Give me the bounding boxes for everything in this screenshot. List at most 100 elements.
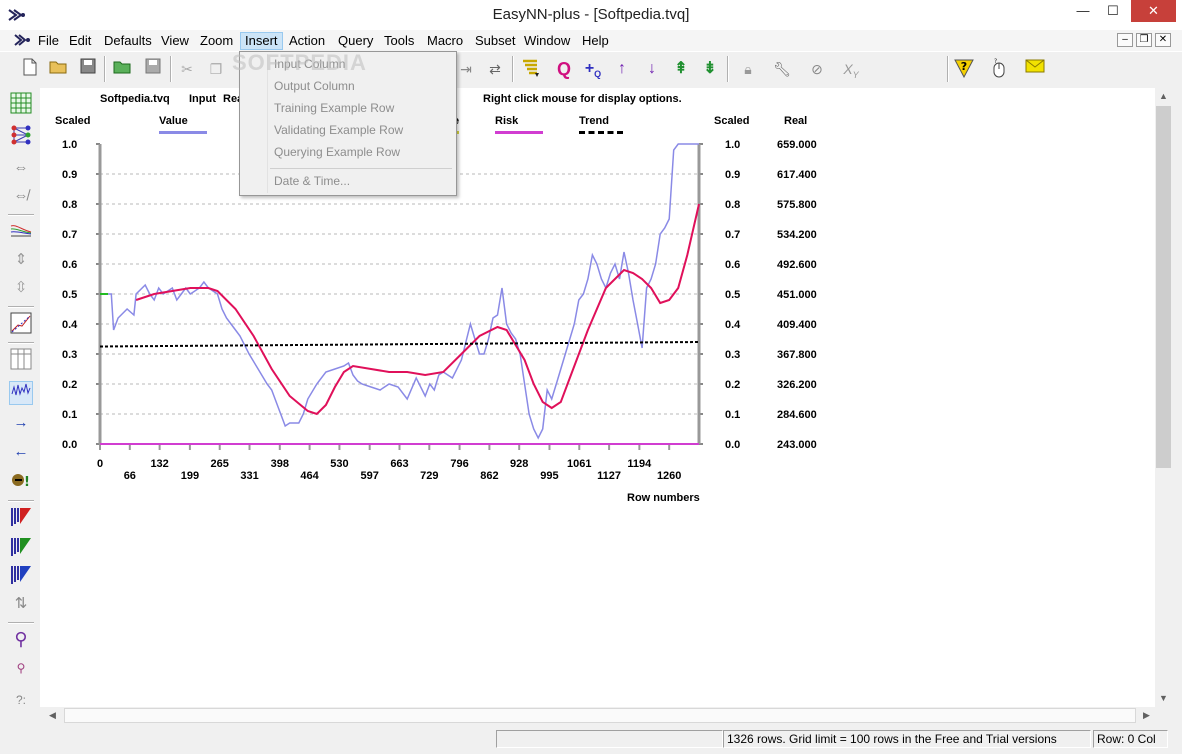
mdi-minimize-button[interactable]: – xyxy=(1117,33,1133,47)
mdi-close-button[interactable]: ✕ xyxy=(1155,33,1171,47)
sort-blue-icon[interactable] xyxy=(9,564,33,588)
cut-icon[interactable]: ✂ xyxy=(176,58,198,80)
mail-icon[interactable] xyxy=(1024,58,1046,80)
scroll-right-icon[interactable]: ▶ xyxy=(1138,707,1155,724)
y-tick-label-left: 0.5 xyxy=(62,289,77,301)
add-query-icon[interactable]: +Q xyxy=(582,58,604,80)
title-bar: EasyNN-plus - [Softpedia.tvq] — ☐ ✕ xyxy=(0,0,1182,30)
y-tick-label-real: 451.000 xyxy=(777,289,817,301)
menu-icon-gutter xyxy=(267,54,268,193)
horizontal-scrollbar[interactable]: ◀ ▶ xyxy=(40,707,1155,724)
sort-red-icon[interactable] xyxy=(9,506,33,530)
find-next-icon[interactable]: ⚲ xyxy=(9,656,33,680)
learn-icon[interactable] xyxy=(520,58,542,80)
x-tick-label: 464 xyxy=(300,470,319,482)
y-tick-label-left: 0.4 xyxy=(62,319,78,331)
menu-item-date-time[interactable]: Date & Time... xyxy=(274,174,350,188)
vertical-scroll-thumb[interactable] xyxy=(1156,106,1171,468)
sort-green-icon[interactable] xyxy=(9,536,33,560)
query-min-icon[interactable]: ⇟ xyxy=(699,58,721,80)
scroll-up-icon[interactable]: ▲ xyxy=(1155,88,1172,105)
expand-vertical-icon[interactable]: ⇕ xyxy=(9,248,33,272)
interrogate-icon[interactable]: ! xyxy=(9,470,33,494)
prev-arrow-icon[interactable]: ← xyxy=(9,440,33,464)
menu-action[interactable]: Action xyxy=(285,32,329,50)
y-tick-label-real: 534.200 xyxy=(777,229,817,241)
graph-client-area[interactable]: Softpedia.tvq Input Rea Right click mous… xyxy=(40,88,1155,707)
next-arrow-icon[interactable]: → xyxy=(9,411,33,435)
menu-insert[interactable]: Insert xyxy=(240,32,283,50)
menu-help[interactable]: Help xyxy=(578,32,613,50)
open-icon[interactable] xyxy=(48,58,70,80)
toolbar-separator xyxy=(512,56,514,82)
menu-zoom[interactable]: Zoom xyxy=(196,32,237,50)
x-tick-label: 331 xyxy=(240,470,258,482)
y-tick-label-right: 1.0 xyxy=(725,139,740,151)
column-graph[interactable]: 1.0 1.0 659.000 0.9 0.9 617.400 0.8 0.8 575.800 0… xyxy=(40,88,1155,508)
menu-subset[interactable]: Subset xyxy=(471,32,519,50)
menu-window[interactable]: Window xyxy=(520,32,574,50)
column-graph-icon[interactable] xyxy=(9,381,33,405)
mouse-icon[interactable]: ? xyxy=(988,58,1010,80)
join-icon[interactable]: ⇥ xyxy=(455,58,477,80)
contract-vertical-icon[interactable]: ⇳ xyxy=(9,276,33,300)
y-tick-label-real: 367.800 xyxy=(777,349,817,361)
svg-text:!: ! xyxy=(24,475,30,490)
close-button[interactable]: ✕ xyxy=(1131,0,1176,22)
grid-icon[interactable] xyxy=(9,92,33,116)
save-icon[interactable] xyxy=(77,58,99,80)
menu-item-training-row[interactable]: Training Example Row xyxy=(274,101,394,115)
mdi-restore-button[interactable]: ❐ xyxy=(1136,33,1152,47)
y-tick-label-left: 0.9 xyxy=(62,169,77,181)
menu-view[interactable]: View xyxy=(157,32,193,50)
network-icon[interactable] xyxy=(9,124,33,148)
xy-icon[interactable]: XY xyxy=(840,58,862,80)
search-icon[interactable]: ⚲ xyxy=(9,627,33,651)
doc-icon[interactable] xyxy=(14,33,32,50)
query-icon[interactable]: Q xyxy=(553,58,575,80)
y-tick-label-right: 0.6 xyxy=(725,259,740,271)
y-tick-label-right: 0.8 xyxy=(725,199,740,211)
help-pointer-icon[interactable]: ?: xyxy=(9,688,33,712)
menu-macro[interactable]: Macro xyxy=(423,32,467,50)
toolbar-separator xyxy=(104,56,106,82)
vertical-scrollbar[interactable]: ▲ ▼ xyxy=(1155,88,1172,707)
expand-horizontal-icon[interactable]: ⇔ xyxy=(9,156,33,180)
lock-icon[interactable]: 🔒︎ xyxy=(737,58,759,80)
menu-item-validating-row[interactable]: Validating Example Row xyxy=(274,123,403,137)
save-network-icon[interactable] xyxy=(142,58,164,80)
contract-horizontal-icon[interactable]: ⇎ xyxy=(9,184,33,208)
menu-edit[interactable]: Edit xyxy=(65,32,95,50)
columns-icon[interactable] xyxy=(9,348,33,372)
query-up-icon[interactable]: ↑ xyxy=(611,58,633,80)
menu-defaults[interactable]: Defaults xyxy=(100,32,156,50)
menu-item-querying-row[interactable]: Querying Example Row xyxy=(274,145,400,159)
menu-item-output-column[interactable]: Output Column xyxy=(274,79,355,93)
scatter-graph-icon[interactable] xyxy=(9,312,33,336)
sort-updown-icon[interactable]: ⇅ xyxy=(9,592,33,616)
open-network-icon[interactable] xyxy=(112,58,134,80)
minimize-button[interactable]: — xyxy=(1068,0,1098,22)
swap-icon[interactable]: ⇄ xyxy=(484,58,506,80)
new-icon[interactable] xyxy=(19,58,41,80)
learning-graph-icon[interactable] xyxy=(9,220,33,244)
query-max-icon[interactable]: ⇞ xyxy=(670,58,692,80)
menu-query[interactable]: Query xyxy=(334,32,377,50)
scroll-down-icon[interactable]: ▼ xyxy=(1155,690,1172,707)
status-panel-empty xyxy=(496,730,723,748)
copy-icon[interactable]: ❐ xyxy=(205,58,227,80)
tools-icon[interactable]: 🔧︎ xyxy=(771,58,793,80)
clear-icon[interactable]: ⊘ xyxy=(806,58,828,80)
menu-tools[interactable]: Tools xyxy=(380,32,418,50)
help-icon[interactable]: ? xyxy=(953,58,975,80)
horizontal-scroll-thumb[interactable] xyxy=(64,708,1136,723)
maximize-button[interactable]: ☐ xyxy=(1098,0,1128,22)
y-tick-label-real: 243.000 xyxy=(777,439,817,451)
query-down-icon[interactable]: ↓ xyxy=(641,58,663,80)
scroll-left-icon[interactable]: ◀ xyxy=(44,707,61,724)
x-tick-label: 862 xyxy=(480,470,498,482)
menu-item-input-column[interactable]: Input Column xyxy=(274,57,345,71)
y-tick-label-right: 0.3 xyxy=(725,349,740,361)
x-tick-label: 597 xyxy=(361,470,379,482)
menu-file[interactable]: File xyxy=(34,32,63,50)
